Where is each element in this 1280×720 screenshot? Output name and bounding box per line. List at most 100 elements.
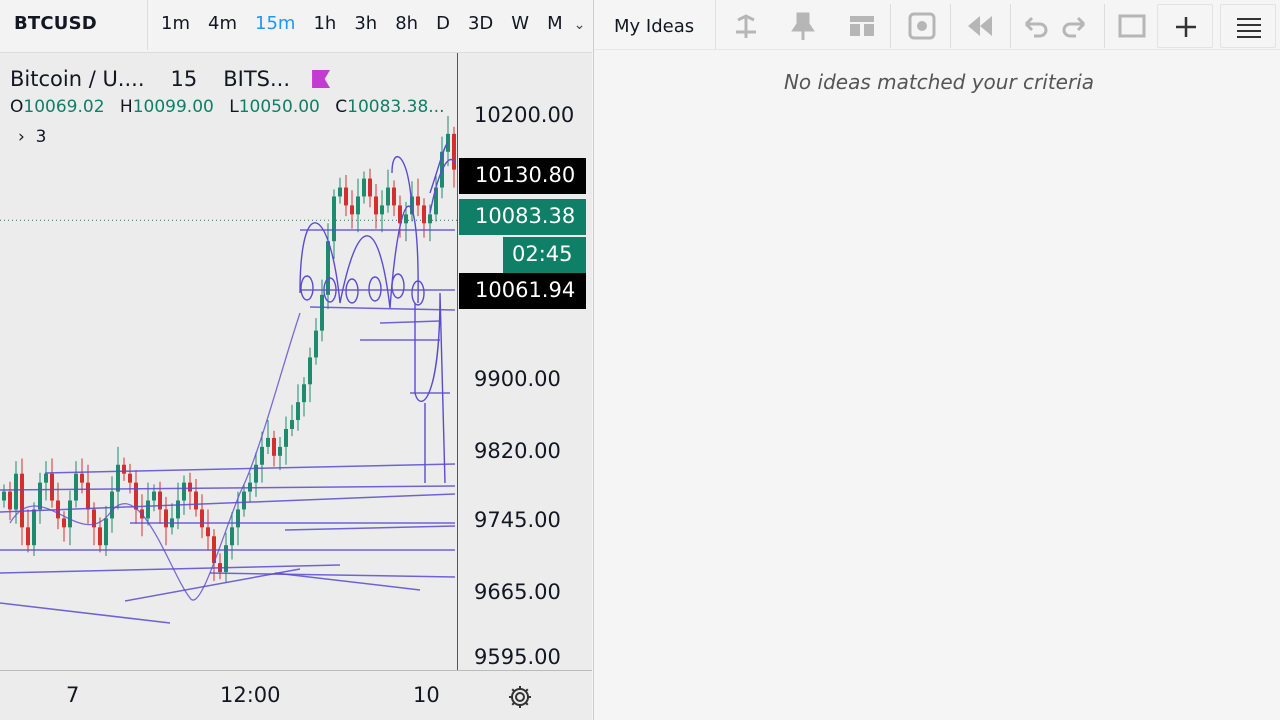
- candle-body: [356, 196, 360, 215]
- candle-body: [98, 527, 102, 546]
- candle-body: [146, 500, 150, 519]
- freehand-circle: [391, 273, 405, 299]
- candle-body: [284, 428, 288, 447]
- list-icon: [1237, 18, 1261, 38]
- redo-icon[interactable]: [1056, 8, 1092, 44]
- candle-body: [188, 482, 192, 492]
- cursor-icon[interactable]: [728, 8, 764, 44]
- candle-body: [308, 357, 312, 385]
- candle-body: [416, 196, 420, 206]
- interval-button-3h[interactable]: 3h: [345, 0, 386, 50]
- candle-body: [362, 178, 366, 197]
- symbol-search-button[interactable]: BTCUSD: [0, 0, 148, 50]
- candle-body: [62, 518, 66, 528]
- interval-button-m[interactable]: M: [538, 0, 572, 50]
- flag-icon[interactable]: [312, 70, 331, 88]
- add-idea-button[interactable]: [1157, 4, 1213, 48]
- interval-button-4m[interactable]: 4m: [199, 0, 246, 50]
- fullscreen-icon[interactable]: [1114, 8, 1150, 44]
- candle-body: [422, 205, 426, 224]
- time-axis[interactable]: 7 12:00 10: [0, 670, 592, 720]
- candle-body: [50, 473, 54, 501]
- candle-body: [326, 241, 330, 295]
- candle-body: [272, 437, 276, 456]
- candle-body: [278, 446, 282, 456]
- candle-body: [110, 491, 114, 519]
- rewind-icon[interactable]: [964, 8, 1000, 44]
- interval-button-8h[interactable]: 8h: [386, 0, 427, 50]
- price-tick: 9595.00: [474, 645, 561, 669]
- freehand-circle: [368, 276, 382, 302]
- interval-button-w[interactable]: W: [502, 0, 538, 50]
- indicators-toggle[interactable]: › 3: [18, 127, 454, 147]
- candle-body: [44, 473, 48, 483]
- candle-body: [80, 473, 84, 483]
- interval-button-d[interactable]: D: [427, 0, 459, 50]
- tab-my-ideas[interactable]: My Ideas: [594, 0, 716, 50]
- interval-button-1h[interactable]: 1h: [304, 0, 345, 50]
- magnet-icon[interactable]: [844, 8, 880, 44]
- candle-body: [164, 509, 168, 528]
- candle-body: [116, 464, 120, 492]
- ideas-header: My Ideas: [594, 0, 1280, 50]
- freehand-circle: [300, 275, 314, 301]
- candle-body: [206, 527, 210, 537]
- candle-body: [182, 482, 186, 501]
- chart-plot-area[interactable]: Bitcoin / U.... 15 BITS... O10069.02 H10…: [0, 53, 457, 670]
- freehand-circle: [345, 278, 359, 304]
- plus-icon: [1176, 17, 1196, 37]
- candle-body: [380, 205, 384, 215]
- undo-icon[interactable]: [1018, 8, 1054, 44]
- price-axis[interactable]: 10200.00 10130.80 10083.38 02:45 10061.9…: [457, 53, 592, 670]
- bar-countdown-timer: 02:45: [503, 237, 586, 273]
- candle-body: [332, 196, 336, 242]
- candle-body: [68, 500, 72, 528]
- price-tick: 9745.00: [474, 508, 561, 532]
- pin-icon[interactable]: [786, 8, 822, 44]
- candle-body: [8, 491, 12, 510]
- price-tick: 10200.00: [474, 103, 575, 127]
- ideas-empty-message: No ideas matched your criteria: [783, 70, 1095, 94]
- legend-exchange: BITS...: [223, 67, 291, 91]
- candle-body: [374, 196, 378, 215]
- trend-line: [0, 485, 456, 491]
- candle-body: [230, 527, 234, 546]
- chart-pane[interactable]: Bitcoin / U.... 15 BITS... O10069.02 H10…: [0, 53, 592, 720]
- candle-body: [236, 509, 240, 528]
- settings-icon[interactable]: [904, 8, 940, 44]
- candle-body: [290, 420, 294, 429]
- interval-button-3d[interactable]: 3D: [459, 0, 502, 50]
- gear-icon[interactable]: [507, 684, 533, 710]
- candle-body: [314, 330, 318, 358]
- candle-body: [320, 294, 324, 331]
- candle-body: [344, 187, 348, 206]
- trend-line: [209, 572, 456, 578]
- candle-body: [74, 473, 78, 501]
- price-tag-last: 10083.38: [459, 199, 586, 235]
- candle-body: [404, 214, 408, 224]
- candle-body: [302, 384, 306, 403]
- price-tag-low: 10061.94: [459, 273, 586, 309]
- price-tick: 9900.00: [474, 367, 561, 391]
- candle-body: [338, 187, 342, 197]
- interval-button-15m[interactable]: 15m: [246, 0, 304, 50]
- candle-body: [104, 518, 108, 546]
- interval-button-1m[interactable]: 1m: [152, 0, 199, 50]
- chevron-right-icon: ›: [18, 127, 25, 147]
- chevron-down-icon[interactable]: ⌄: [572, 1, 588, 49]
- candle-body: [128, 473, 132, 483]
- legend-symbol-title[interactable]: Bitcoin / U....: [10, 67, 145, 91]
- list-view-button[interactable]: [1220, 4, 1276, 48]
- candle-body: [260, 446, 264, 465]
- interval-selector: 1m 4m 15m 1h 3h 8h D 3D W M ⌄: [148, 0, 587, 50]
- candle-body: [14, 473, 18, 510]
- candle-body: [386, 187, 390, 206]
- trend-line: [0, 602, 171, 624]
- candle-body: [122, 464, 126, 474]
- price-tick: 9820.00: [474, 439, 561, 463]
- trend-line: [284, 525, 456, 531]
- candle-body: [296, 402, 300, 421]
- trend-line: [0, 564, 341, 574]
- app-window: BTCUSD 1m 4m 15m 1h 3h 8h D 3D W M ⌄ Bitcoin / U..…: [0, 0, 1280, 720]
- time-tick: 10: [413, 683, 440, 707]
